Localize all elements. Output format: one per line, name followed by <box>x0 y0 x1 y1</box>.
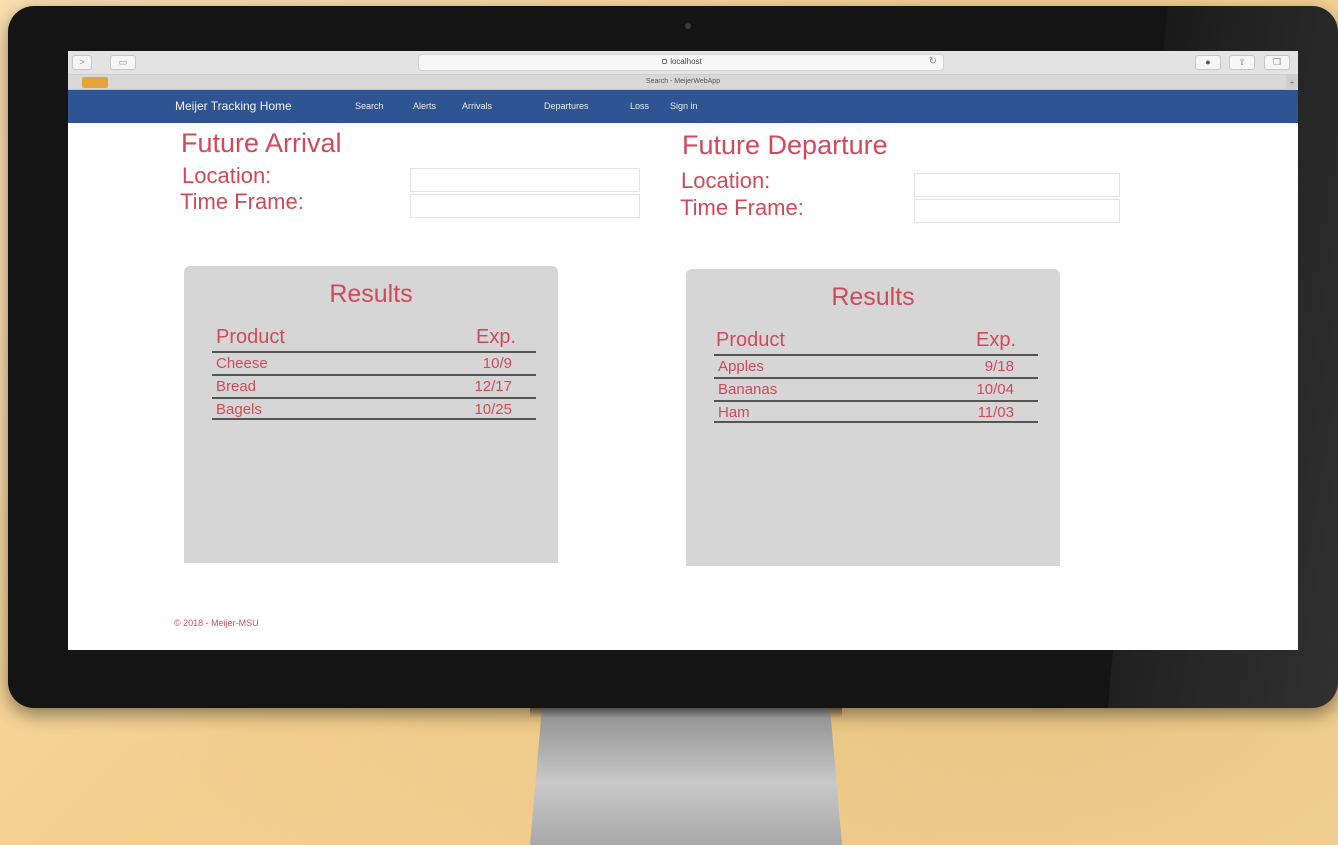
monitor-stand <box>530 708 842 845</box>
reload-icon[interactable]: ↻ <box>929 56 937 67</box>
departure-results-title: Results <box>831 283 915 311</box>
departure-col-product: Product <box>716 329 785 351</box>
share-icon[interactable]: ⇧ <box>1229 55 1255 70</box>
table-row: Apples 9/18 <box>714 354 1038 377</box>
address-bar[interactable]: localhost ↻ <box>418 54 944 71</box>
arrival-col-exp: Exp. <box>476 326 517 348</box>
sidebar-icon[interactable]: ▭ <box>110 55 136 70</box>
arrival-results-panel: Results Product Exp. Cheese 10/9 Bread 1… <box>184 266 558 563</box>
screen: > ▭ localhost ↻ ● ⇧ ❐ Search - MeijerWeb… <box>68 51 1298 650</box>
tab-title[interactable]: Search - MeijerWebApp <box>68 78 1298 85</box>
departure-location-input[interactable] <box>914 173 1120 197</box>
nav-brand-link[interactable]: Meijer Tracking Home <box>175 99 292 113</box>
departure-location-label: Location: <box>681 168 771 193</box>
row-exp: 11/03 <box>977 404 1014 421</box>
arrival-results-table: Cheese 10/9 Bread 12/17 Bagels 10/25 <box>212 351 536 420</box>
address-text: localhost <box>670 57 702 66</box>
forward-button[interactable]: > <box>72 55 92 70</box>
table-row: Bagels 10/25 <box>212 397 536 420</box>
row-product: Cheese <box>216 355 268 372</box>
row-product: Ham <box>718 404 750 421</box>
nav-item-departures[interactable]: Departures <box>544 101 589 111</box>
arrival-location-input[interactable] <box>410 168 640 192</box>
arrival-heading: Future Arrival <box>181 128 342 158</box>
departure-timeframe-input[interactable] <box>914 199 1120 223</box>
nav-item-alerts[interactable]: Alerts <box>413 101 436 111</box>
row-exp: 9/18 <box>984 358 1014 375</box>
tab-bar: Search - MeijerWebApp + <box>68 75 1298 90</box>
row-exp: 10/9 <box>482 355 512 372</box>
stand-shadow <box>530 708 842 718</box>
table-row: Ham 11/03 <box>714 400 1038 423</box>
arrival-results-title: Results <box>329 280 413 308</box>
row-product: Apples <box>718 358 764 375</box>
arrival-col-product: Product <box>216 326 285 348</box>
departure-col-exp: Exp. <box>976 329 1017 351</box>
nav-item-loss[interactable]: Loss <box>630 101 649 111</box>
table-row: Bread 12/17 <box>212 374 536 397</box>
nav-item-arrivals[interactable]: Arrivals <box>462 101 492 111</box>
row-product: Bagels <box>216 401 262 418</box>
footer-text: © 2018 - Meijer-MSU <box>174 618 259 628</box>
row-exp: 10/25 <box>474 401 512 418</box>
arrival-timeframe-input[interactable] <box>410 194 640 218</box>
table-row: Cheese 10/9 <box>212 351 536 374</box>
table-row: Bananas 10/04 <box>714 377 1038 400</box>
row-exp: 12/17 <box>474 378 512 395</box>
departure-results-table: Apples 9/18 Bananas 10/04 Ham 11/03 <box>714 354 1038 423</box>
lock-icon <box>662 59 668 65</box>
departure-heading: Future Departure <box>682 130 888 160</box>
browser-toolbar: > ▭ localhost ↻ ● ⇧ ❐ <box>68 51 1298 75</box>
camera-icon <box>685 23 691 29</box>
row-exp: 10/04 <box>976 381 1014 398</box>
site-navbar: Meijer Tracking Home Search Alerts Arriv… <box>68 90 1298 123</box>
new-tab-button[interactable]: + <box>1286 75 1298 90</box>
arrival-timeframe-label: Time Frame: <box>180 189 304 214</box>
nav-item-sign-in[interactable]: Sign in <box>670 101 698 111</box>
nav-item-search[interactable]: Search <box>355 101 384 111</box>
departure-results-panel: Results Product Exp. Apples 9/18 Bananas… <box>686 269 1060 566</box>
tabs-icon[interactable]: ❐ <box>1264 55 1290 70</box>
address-text-wrap: localhost <box>419 57 945 66</box>
departure-timeframe-label: Time Frame: <box>680 195 804 220</box>
row-product: Bread <box>216 378 257 395</box>
row-product: Bananas <box>718 381 778 398</box>
arrival-location-label: Location: <box>182 163 272 188</box>
download-icon[interactable]: ● <box>1195 55 1221 70</box>
